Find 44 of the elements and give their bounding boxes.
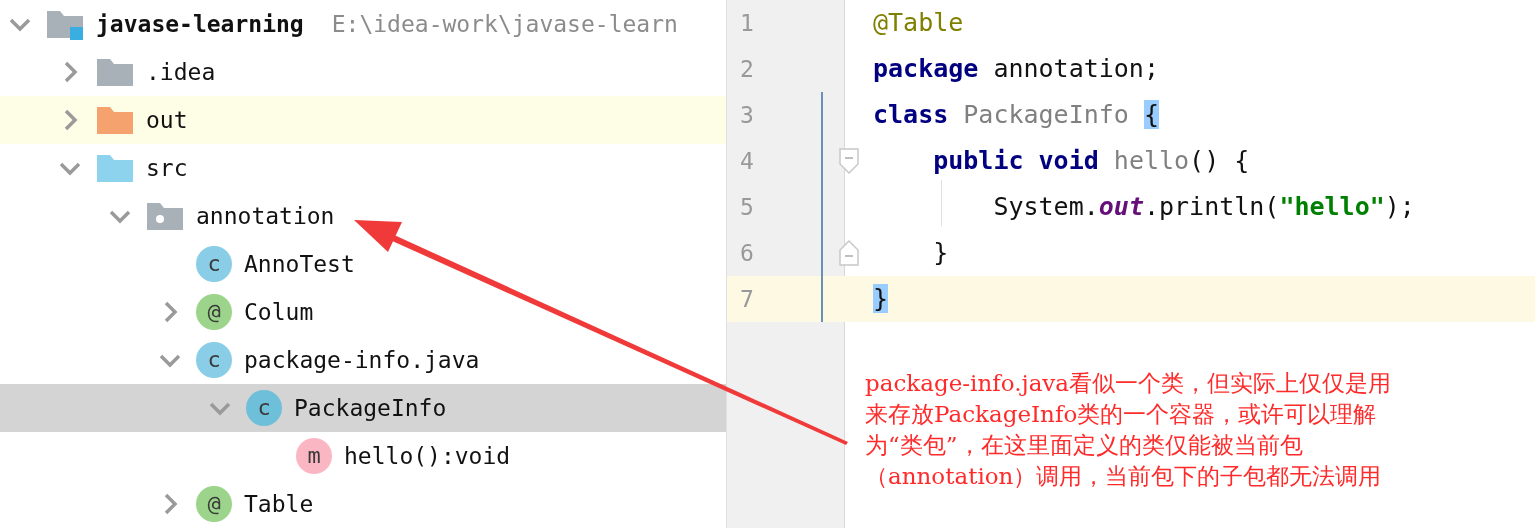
code-line: System.out.println("hello");	[873, 188, 1415, 226]
tree-item-label: hello():void	[344, 441, 511, 471]
folder-icon	[46, 8, 84, 40]
annotation-icon: @	[196, 294, 232, 330]
line-number: 4	[739, 146, 755, 176]
tree-item-label: .idea	[146, 57, 216, 87]
annotation-note-line: 来存放PackageInfo类的一个容器，或许可以理解	[865, 400, 1378, 429]
tree-item-label: out	[146, 105, 188, 135]
class-icon: c	[196, 246, 232, 282]
code-line: class PackageInfo {	[873, 99, 1159, 132]
code-line: }	[932, 237, 949, 270]
tree-item-label: package-info.java	[244, 345, 480, 375]
line-number: 3	[739, 100, 755, 130]
folder-icon	[96, 56, 134, 88]
folder-icon	[96, 104, 134, 136]
fold-marker-icon[interactable]	[839, 240, 859, 266]
annotation-note-line: （annotation）调用，当前包下的子包都无法调用	[865, 462, 1383, 491]
annotation-note-line: 为“类包”，在这里面定义的类仅能被当前包	[865, 431, 1304, 460]
annotation-note-line: package-info.java看似一个类，但实际上仅仅是用	[865, 369, 1393, 398]
tree-item-label: annotation	[196, 201, 335, 231]
code-line: package annotation;	[873, 53, 1159, 86]
tree-item-label: src	[146, 153, 188, 183]
tree-item-label: javase-learning	[96, 9, 304, 39]
code-line: @Table	[873, 7, 964, 40]
package-icon	[146, 200, 184, 232]
class-icon: c	[246, 390, 282, 426]
tree-row[interactable]: out	[0, 96, 726, 144]
class-icon: c	[196, 342, 232, 378]
method-icon: m	[296, 438, 332, 474]
tree-item-label: PackageInfo	[294, 393, 447, 423]
folder-icon	[96, 152, 134, 184]
line-number: 7	[739, 284, 755, 314]
tree-item-label: Table	[244, 489, 314, 519]
annotation-icon: @	[196, 486, 232, 522]
line-number: 1	[739, 8, 755, 38]
code-line: public void hello() {	[932, 145, 1250, 178]
line-number: 5	[739, 192, 755, 222]
fold-marker-icon[interactable]	[839, 148, 859, 174]
line-number: 2	[739, 54, 755, 84]
tree-item-label: AnnoTest	[244, 249, 355, 279]
tree-item-label: Colum	[244, 297, 314, 327]
project-path: E:\idea-work\javase-learn	[331, 9, 678, 39]
tree-row[interactable]: c PackageInfo	[0, 384, 726, 432]
line-number: 6	[739, 238, 755, 268]
